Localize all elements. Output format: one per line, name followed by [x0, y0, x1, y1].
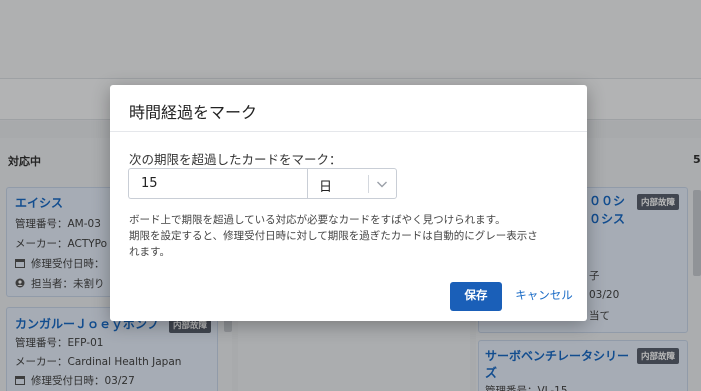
- description-line: れます。: [129, 246, 170, 258]
- chevron-down-icon[interactable]: [376, 179, 388, 189]
- select-divider: [368, 175, 369, 193]
- dialog-description: ボード上で期限を超過している対応が必要なカードをすばやく見つけられます。 期限を…: [129, 212, 577, 260]
- dialog-divider: [110, 131, 587, 132]
- cancel-button[interactable]: キャンセル: [514, 282, 574, 311]
- deadline-number-input[interactable]: [128, 168, 308, 199]
- dialog-title: 時間経過をマーク: [129, 103, 258, 122]
- description-line: 期限を設定すると、修理受付日時に対して期限を過ぎたカードは自動的にグレー表示さ: [129, 230, 538, 242]
- unit-selected-value: 日: [319, 180, 333, 195]
- deadline-field-label: 次の期限を超過したカードをマーク：: [129, 152, 342, 167]
- description-line: ボード上で期限を超過している対応が必要なカードをすばやく見つけられます。: [129, 214, 506, 226]
- save-button[interactable]: 保存: [450, 282, 502, 311]
- deadline-unit-select[interactable]: 日: [307, 168, 397, 199]
- mark-elapsed-time-dialog: 時間経過をマーク 次の期限を超過したカードをマーク： 日 ボード上で期限を超過し…: [110, 85, 587, 321]
